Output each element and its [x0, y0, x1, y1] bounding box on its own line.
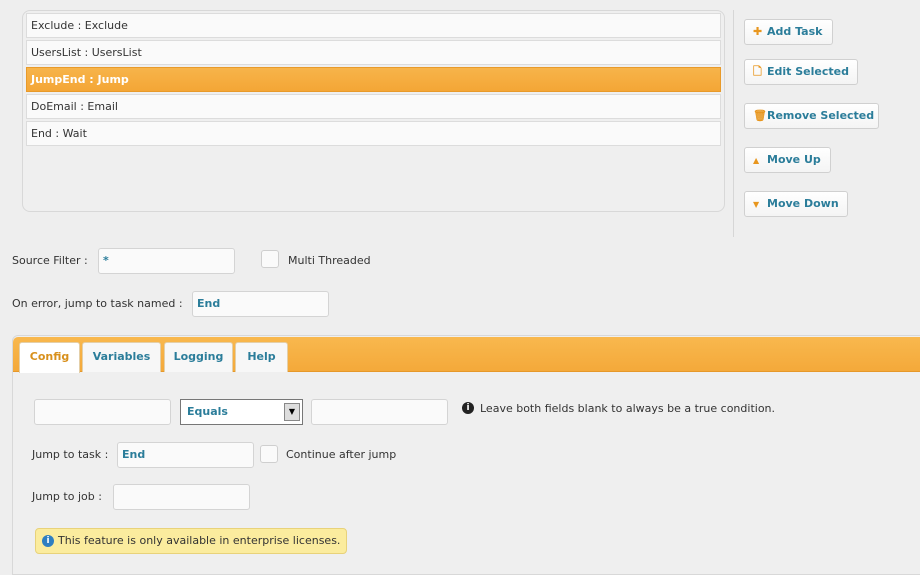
add-task-label: Add Task — [767, 25, 823, 38]
operator-select[interactable]: Equals ▼ — [180, 399, 303, 425]
continue-after-jump-label: Continue after jump — [286, 448, 397, 461]
move-down-button[interactable]: ▼ Move Down — [744, 191, 848, 217]
jump-task-label: Jump to task : — [32, 448, 109, 461]
tab-variables[interactable]: Variables — [82, 342, 161, 372]
move-up-label: Move Up — [767, 153, 821, 166]
tab-help[interactable]: Help — [235, 342, 288, 372]
condition-left-input[interactable] — [34, 399, 171, 425]
multi-threaded-label: Multi Threaded — [288, 254, 371, 267]
remove-selected-label: Remove Selected — [767, 109, 875, 122]
edit-selected-button[interactable]: 🗋 Edit Selected — [744, 59, 858, 85]
trash-icon: 🗑 — [753, 109, 767, 122]
jump-task-input[interactable]: End — [117, 442, 254, 468]
document-icon: 🗋 — [753, 65, 762, 78]
on-error-label: On error, jump to task named : — [12, 297, 183, 310]
task-list-item-selected[interactable]: JumpEnd : Jump — [26, 67, 721, 92]
chevron-down-icon[interactable]: ▼ — [284, 403, 300, 421]
task-list-item[interactable]: UsersList : UsersList — [26, 40, 721, 65]
source-filter-input[interactable]: * — [98, 248, 235, 274]
plus-icon: ✚ — [753, 25, 763, 38]
continue-after-jump-checkbox[interactable] — [260, 445, 278, 463]
condition-right-input[interactable] — [311, 399, 448, 425]
info-icon: i — [462, 402, 474, 414]
tab-logging[interactable]: Logging — [164, 342, 233, 372]
info-icon: i — [42, 535, 54, 547]
tab-config[interactable]: Config — [19, 342, 80, 373]
add-task-button[interactable]: ✚ Add Task — [744, 19, 833, 45]
on-error-input[interactable]: End — [192, 291, 329, 317]
triangle-up-icon: ▲ — [753, 156, 760, 165]
task-list-item[interactable]: Exclude : Exclude — [26, 13, 721, 38]
move-down-label: Move Down — [767, 197, 839, 210]
enterprise-notice: i This feature is only available in ente… — [35, 528, 347, 554]
task-list-item[interactable]: DoEmail : Email — [26, 94, 721, 119]
condition-hint: Leave both fields blank to always be a t… — [480, 402, 776, 415]
multi-threaded-checkbox[interactable] — [261, 250, 279, 268]
jump-job-label: Jump to job : — [32, 490, 102, 503]
triangle-down-icon: ▼ — [753, 200, 760, 209]
enterprise-notice-text: This feature is only available in enterp… — [58, 534, 341, 547]
jump-job-input[interactable] — [113, 484, 250, 510]
edit-selected-label: Edit Selected — [767, 65, 849, 78]
remove-selected-button[interactable]: 🗑Remove Selected — [744, 103, 879, 129]
task-list-item[interactable]: End : Wait — [26, 121, 721, 146]
task-list: Exclude : Exclude UsersList : UsersList … — [22, 10, 725, 212]
operator-value: Equals — [187, 405, 228, 418]
divider — [733, 10, 734, 237]
source-filter-label: Source Filter : — [12, 254, 88, 267]
move-up-button[interactable]: ▲ Move Up — [744, 147, 831, 173]
